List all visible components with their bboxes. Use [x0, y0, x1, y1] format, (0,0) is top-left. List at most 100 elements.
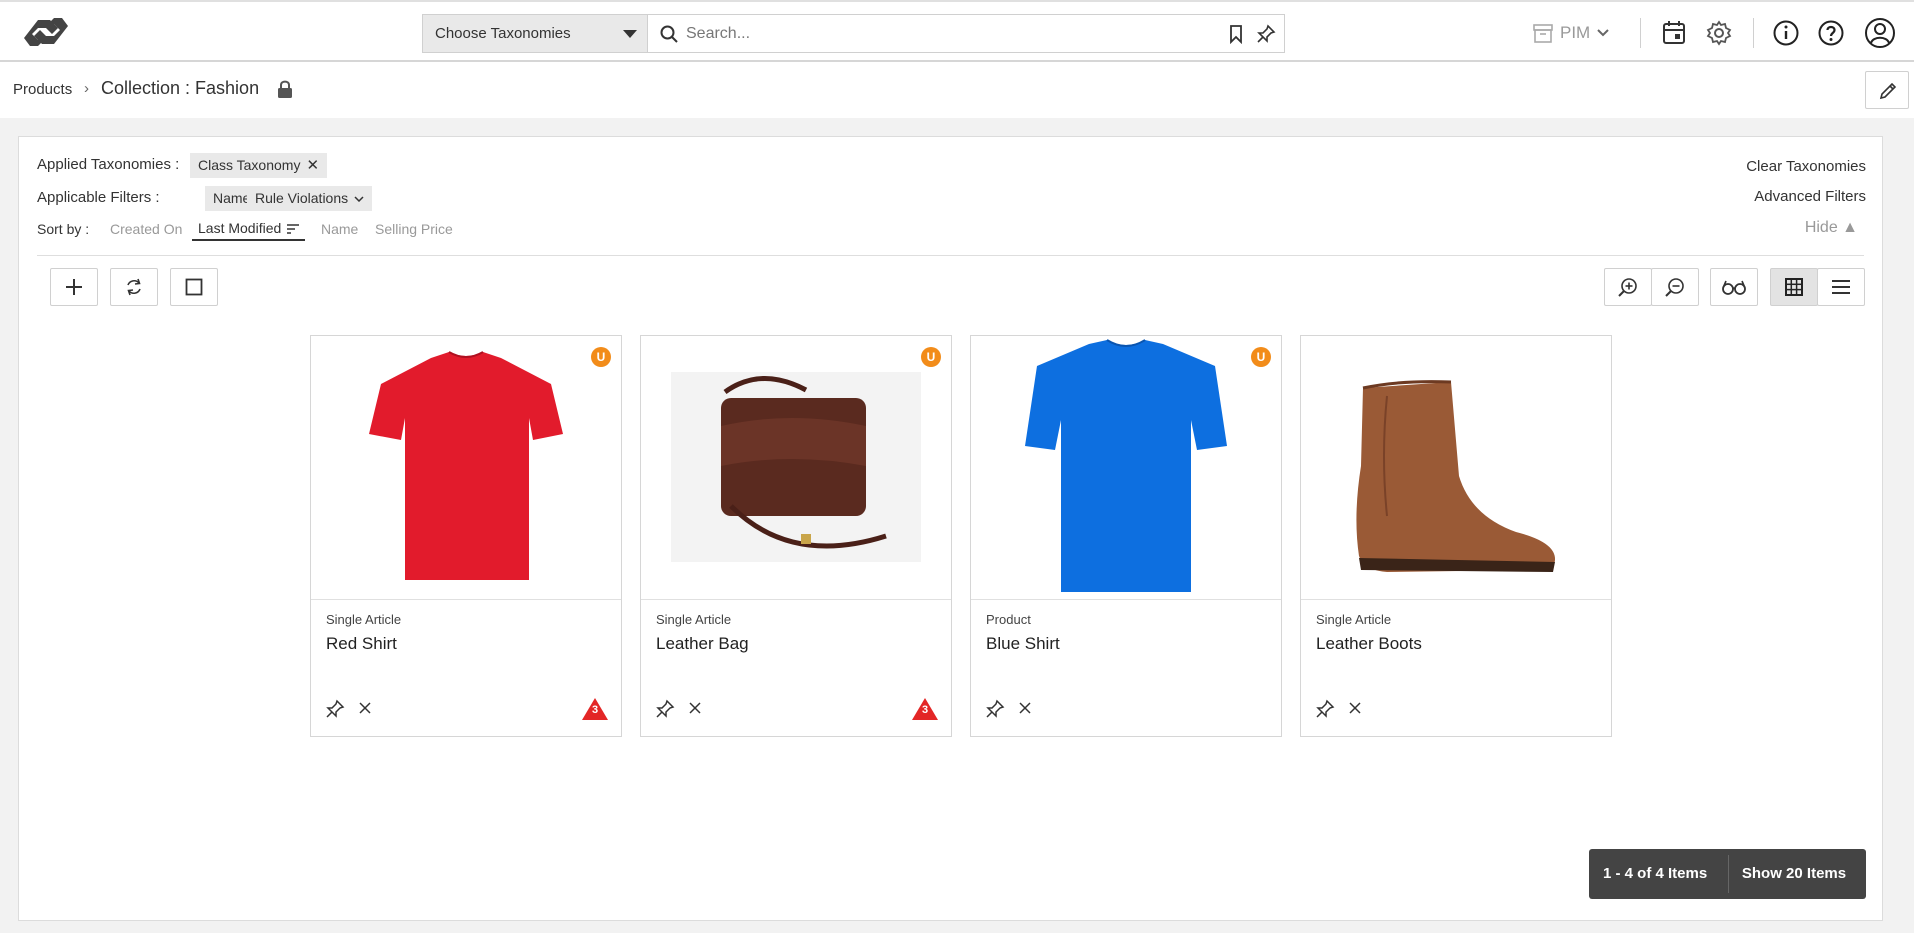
violation-count: 3 [921, 704, 929, 716]
applied-taxonomies-label: Applied Taxonomies : [37, 156, 180, 173]
pagination-bar: 1 - 4 of 4 Items Show 20 Items [1589, 849, 1866, 899]
pim-switcher[interactable]: PIM [1532, 20, 1610, 46]
edit-button[interactable] [1865, 71, 1909, 109]
search-icon [660, 25, 678, 43]
plus-icon [66, 279, 82, 295]
applicable-filters-label: Applicable Filters : [37, 189, 160, 206]
product-type: Single Article [656, 612, 732, 627]
breadcrumb-products-link[interactable]: Products [13, 81, 72, 98]
violation-count: 3 [591, 704, 599, 716]
list-icon [1832, 280, 1850, 294]
glasses-icon [1722, 280, 1746, 295]
pin-icon[interactable] [1315, 699, 1335, 719]
advanced-filters-link[interactable]: Advanced Filters [1754, 188, 1866, 205]
pin-icon[interactable] [1256, 24, 1276, 44]
close-icon[interactable] [1349, 702, 1361, 714]
user-avatar-icon[interactable] [1864, 17, 1896, 49]
refresh-button[interactable] [110, 268, 158, 306]
blue-shirt-image [1025, 339, 1227, 592]
product-name[interactable]: Leather Boots [1316, 634, 1422, 654]
filter-chip-label: Rule Violations [255, 190, 349, 206]
caret-down-icon [623, 30, 637, 38]
pin-icon[interactable] [325, 699, 345, 719]
status-badge: U [921, 347, 941, 367]
breadcrumb-separator: › [84, 80, 89, 97]
select-all-button[interactable] [170, 268, 218, 306]
close-icon[interactable] [1019, 702, 1031, 714]
checkbox-icon [185, 278, 203, 296]
add-button[interactable] [50, 268, 98, 306]
calendar-icon[interactable] [1660, 19, 1688, 47]
product-image[interactable] [1301, 336, 1611, 600]
zoom-in-icon [1618, 278, 1637, 297]
status-badge: U [1251, 347, 1271, 367]
pin-icon[interactable] [655, 699, 675, 719]
product-image[interactable] [971, 336, 1281, 600]
item-count: 1 - 4 of 4 Items [1603, 865, 1708, 882]
product-image[interactable] [641, 336, 951, 600]
close-icon[interactable] [689, 702, 701, 714]
chevron-down-icon [1597, 29, 1609, 37]
archive-icon [1533, 24, 1553, 43]
app-logo-icon[interactable] [24, 16, 68, 48]
product-panel: Applied Taxonomies : Class Taxonomy ✕ Ap… [18, 136, 1883, 921]
grid-icon [1785, 278, 1803, 296]
sort-name[interactable]: Name [321, 221, 358, 237]
rule-violations-badge[interactable]: 3 [911, 697, 939, 721]
divider [1753, 18, 1754, 48]
grid-view-button[interactable] [1770, 268, 1818, 306]
product-type: Single Article [1316, 612, 1392, 627]
view-options-button[interactable] [1710, 268, 1758, 306]
product-card[interactable]: U Single Article Leather Bag 3 [640, 335, 952, 737]
product-type: Single Article [326, 612, 402, 627]
product-card[interactable]: U Single Article Red Shirt 3 [310, 335, 622, 737]
leather-boots-image [1356, 380, 1556, 572]
product-image[interactable] [311, 336, 621, 600]
filter-chip-label: Name [213, 190, 251, 206]
product-type: Product [986, 612, 1031, 627]
info-icon[interactable] [1772, 19, 1800, 47]
refresh-icon [127, 278, 141, 296]
search-input[interactable] [686, 21, 1206, 47]
sort-last-modified-label: Last Modified [198, 220, 282, 236]
breadcrumb-bar: Products › Collection : Fashion [0, 62, 1914, 118]
clear-taxonomies-link[interactable]: Clear Taxonomies [1746, 158, 1866, 175]
zoom-out-icon [1665, 278, 1684, 297]
list-view-button[interactable] [1817, 268, 1865, 306]
sort-created-on[interactable]: Created On [110, 221, 182, 237]
product-card[interactable]: Single Article Leather Boots [1300, 335, 1612, 737]
product-card[interactable]: U Product Blue Shirt [970, 335, 1282, 737]
close-icon[interactable] [359, 702, 371, 714]
product-name[interactable]: Blue Shirt [986, 634, 1060, 654]
taxonomy-select[interactable]: Choose Taxonomies [422, 14, 647, 53]
lock-icon [278, 80, 292, 98]
sort-label: Sort by : [37, 221, 90, 237]
top-bar: Choose Taxonomies PIM [0, 0, 1914, 62]
hide-filters-toggle[interactable]: Hide ▲ [1805, 219, 1858, 237]
zoom-out-button[interactable] [1651, 268, 1699, 306]
sort-last-modified[interactable]: Last Modified [192, 220, 306, 241]
search-box [647, 14, 1285, 53]
status-badge: U [591, 347, 611, 367]
divider [37, 255, 1864, 256]
sort-descending-icon [287, 224, 300, 235]
page-title: Collection : Fashion [101, 78, 260, 98]
filter-chip-rule-violations[interactable]: Rule Violations [247, 186, 373, 211]
sort-selling-price[interactable]: Selling Price [375, 221, 453, 237]
product-name[interactable]: Leather Bag [656, 634, 749, 654]
zoom-in-button[interactable] [1604, 268, 1652, 306]
product-name[interactable]: Red Shirt [326, 634, 397, 654]
taxonomy-select-label: Choose Taxonomies [435, 25, 571, 42]
bookmark-icon[interactable] [1226, 24, 1246, 44]
page-size-button[interactable]: Show 20 Items [1728, 855, 1859, 893]
pim-label: PIM [1560, 23, 1591, 42]
rule-violations-badge[interactable]: 3 [581, 697, 609, 721]
leather-bag-image [671, 372, 921, 562]
pin-icon[interactable] [985, 699, 1005, 719]
gear-icon[interactable] [1705, 19, 1733, 47]
pencil-icon [1879, 82, 1897, 100]
taxonomy-chip-label: Class Taxonomy [198, 157, 301, 173]
remove-chip-icon[interactable]: ✕ [306, 153, 319, 178]
taxonomy-chip[interactable]: Class Taxonomy ✕ [190, 153, 328, 178]
help-icon[interactable] [1817, 19, 1845, 47]
